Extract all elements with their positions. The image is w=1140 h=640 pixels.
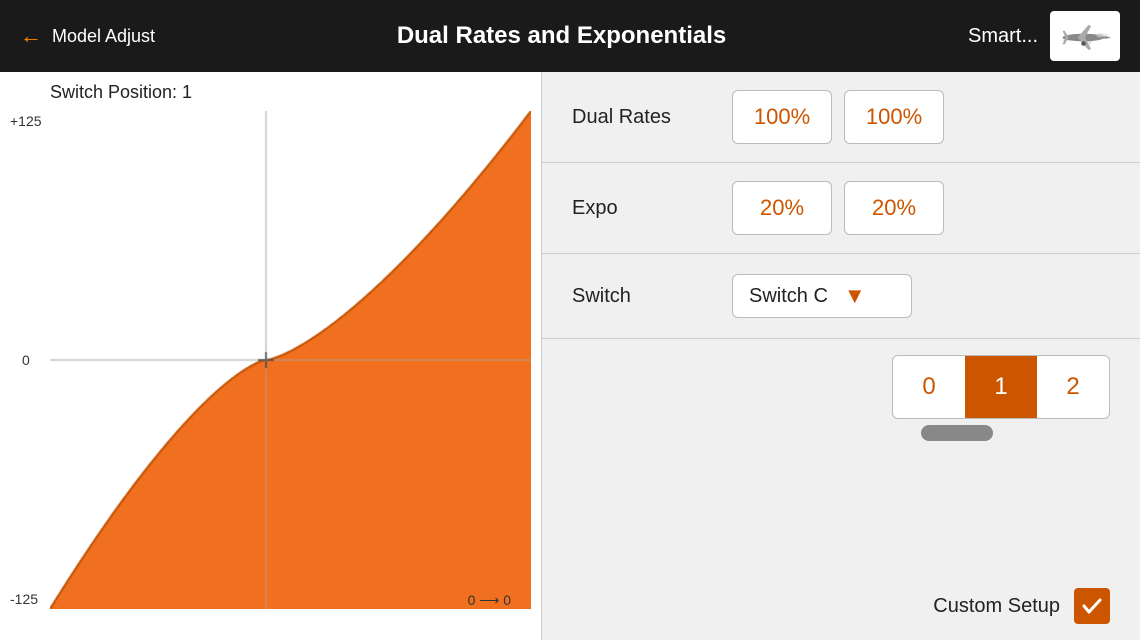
model-info: Smart...: [968, 11, 1120, 61]
switch-selected-value: Switch C: [749, 285, 828, 308]
custom-setup-row: Custom Setup: [542, 572, 1140, 640]
switch-selector-row: Switch Switch C ▼: [542, 254, 1140, 339]
switch-position-label: Switch Position: 1: [50, 82, 531, 103]
position-1[interactable]: 1: [965, 356, 1037, 418]
back-label: Model Adjust: [52, 26, 155, 47]
expo-row: Expo 20% 20%: [542, 163, 1140, 254]
model-icon[interactable]: [1050, 11, 1120, 61]
main-content: Switch Position: 1 +125 0 -125 0 ⟶ 0 Dua…: [0, 72, 1140, 640]
graph-panel: Switch Position: 1 +125 0 -125 0 ⟶ 0: [0, 72, 542, 640]
back-button[interactable]: ← Model Adjust: [20, 23, 155, 49]
custom-setup-label: Custom Setup: [933, 595, 1060, 618]
model-name: Smart...: [968, 25, 1038, 48]
switch-dropdown[interactable]: Switch C ▼: [732, 274, 912, 318]
dual-rates-label: Dual Rates: [572, 106, 732, 129]
position-row: 0 1 2: [542, 339, 1140, 441]
dual-rates-row: Dual Rates 100% 100%: [542, 72, 1140, 163]
position-0[interactable]: 0: [893, 356, 965, 418]
page-title: Dual Rates and Exponentials: [397, 22, 726, 50]
header: ← Model Adjust Dual Rates and Exponentia…: [0, 0, 1140, 72]
back-arrow-icon: ←: [20, 23, 42, 49]
position-slider-indicator: [921, 425, 993, 441]
checkmark-icon: [1080, 594, 1104, 618]
right-panel: Dual Rates 100% 100% Expo 20% 20% Switch…: [542, 72, 1140, 640]
x-axis-label: 0 ⟶ 0: [468, 592, 511, 609]
custom-setup-checkbox[interactable]: [1074, 588, 1110, 624]
dropdown-arrow-icon: ▼: [844, 283, 866, 309]
position-selector: 0 1 2: [892, 355, 1110, 419]
expo-label: Expo: [572, 197, 732, 220]
plane-svg: [1055, 16, 1115, 56]
switch-selector-label: Switch: [572, 285, 732, 308]
dual-rates-value-2[interactable]: 100%: [844, 90, 944, 144]
dual-rates-value-1[interactable]: 100%: [732, 90, 832, 144]
expo-value-2[interactable]: 20%: [844, 181, 944, 235]
dual-rates-values: 100% 100%: [732, 90, 944, 144]
graph-container: +125 0 -125 0 ⟶ 0: [50, 111, 531, 609]
expo-values: 20% 20%: [732, 181, 944, 235]
y-axis-bottom-label: -125: [10, 591, 38, 607]
y-axis-top-label: +125: [10, 113, 42, 129]
graph-canvas: [50, 111, 531, 609]
expo-value-1[interactable]: 20%: [732, 181, 832, 235]
y-axis-zero-label: 0: [22, 352, 30, 368]
position-2[interactable]: 2: [1037, 356, 1109, 418]
